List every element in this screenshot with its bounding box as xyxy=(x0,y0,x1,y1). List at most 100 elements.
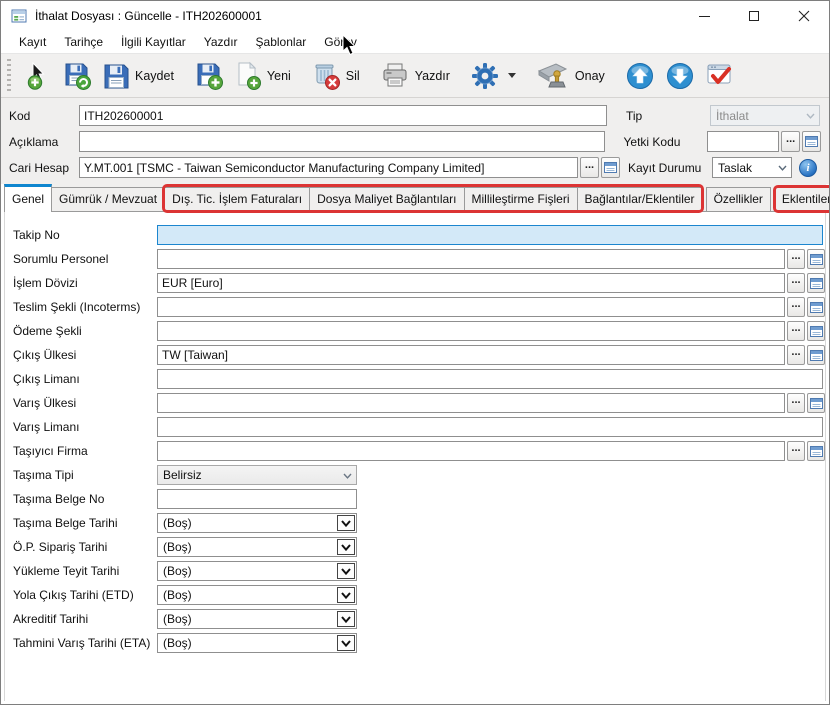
new-button[interactable]: Yeni xyxy=(229,58,296,94)
tab-ozellikler[interactable]: Özellikler xyxy=(706,187,771,212)
tab-millilestirme-fisleri[interactable]: Millileştirme Fişleri xyxy=(464,187,578,212)
tab-dosya-maliyet-baglantilari[interactable]: Dosya Maliyet Bağlantıları xyxy=(309,187,464,212)
tab-genel[interactable]: Genel xyxy=(4,184,52,212)
kayit-durumu-select[interactable]: Taslak xyxy=(712,157,792,178)
lookup-button[interactable]: ... xyxy=(787,441,805,461)
lookup-button[interactable]: ... xyxy=(787,321,805,341)
tab-eklentiler[interactable]: Eklentiler xyxy=(774,187,830,212)
add-record-button[interactable] xyxy=(21,58,57,94)
yukleme-teyit-tarihi-select[interactable]: (Boş) xyxy=(157,561,357,581)
status-info-icon[interactable]: i xyxy=(799,159,817,177)
yetki-kodu-input[interactable] xyxy=(707,131,779,152)
menu-yazdir[interactable]: Yazdır xyxy=(195,33,247,52)
save-new-button[interactable] xyxy=(189,58,229,94)
yola-cikis-tarihi-select[interactable]: (Boş) xyxy=(157,585,357,605)
close-icon xyxy=(798,10,810,22)
new-icon xyxy=(234,61,262,91)
tab-gumruk-mevzuat[interactable]: Gümrük / Mevzuat xyxy=(51,187,165,212)
tasima-tipi-select[interactable]: Belirsiz xyxy=(157,465,357,485)
teslim-sekli-input[interactable] xyxy=(157,297,785,317)
takip-no-input[interactable] xyxy=(157,225,823,245)
save-button[interactable]: Kaydet xyxy=(97,59,179,93)
form-window-icon xyxy=(11,8,27,24)
lookup-button[interactable]: ... xyxy=(787,393,805,413)
menu-kayit[interactable]: Kayıt xyxy=(10,33,55,52)
detail-button[interactable] xyxy=(807,297,825,317)
akreditif-tarihi-select[interactable]: (Boş) xyxy=(157,609,357,629)
chevron-down-icon[interactable] xyxy=(337,563,355,579)
ellipsis-icon: ... xyxy=(786,135,795,143)
detail-button[interactable] xyxy=(807,441,825,461)
chevron-down-icon[interactable] xyxy=(337,587,355,603)
card-window-icon xyxy=(810,278,823,289)
delete-button[interactable]: Sil xyxy=(306,58,365,94)
toolbar-grip[interactable] xyxy=(7,59,11,93)
tab-baglantilar-eklentiler[interactable]: Bağlantılar/Eklentiler xyxy=(577,187,703,212)
yetki-kodu-lookup-button[interactable]: ... xyxy=(781,131,800,152)
save-refresh-button[interactable] xyxy=(57,58,97,94)
toolbar: Kaydet Yeni xyxy=(1,53,829,98)
kod-input[interactable] xyxy=(79,105,607,126)
move-down-button[interactable] xyxy=(660,58,700,94)
lookup-button[interactable]: ... xyxy=(787,345,805,365)
field-label: Akreditif Tarihi xyxy=(13,612,157,626)
menu-gorev[interactable]: Görev xyxy=(315,33,366,52)
save-new-icon xyxy=(194,61,224,91)
detail-button[interactable] xyxy=(807,273,825,293)
detail-button[interactable] xyxy=(807,321,825,341)
minimize-button[interactable] xyxy=(679,1,729,31)
settings-button[interactable] xyxy=(465,58,521,94)
field-label: Yola Çıkış Tarihi (ETD) xyxy=(13,588,157,602)
chevron-down-icon[interactable] xyxy=(337,515,355,531)
sorumlu-personel-input[interactable] xyxy=(157,249,785,269)
chevron-down-icon[interactable] xyxy=(337,611,355,627)
field-label: Yükleme Teyit Tarihi xyxy=(13,564,157,578)
tab-dis-tic-islem-faturalari[interactable]: Dış. Tic. İşlem Faturaları xyxy=(164,187,310,212)
tasiyici-firma-input[interactable] xyxy=(157,441,785,461)
cari-hesap-lookup-button[interactable]: ... xyxy=(580,157,599,178)
card-window-icon xyxy=(805,136,818,147)
date-value: (Boş) xyxy=(163,516,192,530)
task-complete-button[interactable] xyxy=(700,59,740,93)
menu-tarihce[interactable]: Tarihçe xyxy=(55,33,112,52)
chevron-down-icon[interactable] xyxy=(337,635,355,651)
menu-sablonlar[interactable]: Şablonlar xyxy=(247,33,316,52)
move-up-button[interactable] xyxy=(620,58,660,94)
detail-button[interactable] xyxy=(807,345,825,365)
tasima-belge-tarihi-select[interactable]: (Boş) xyxy=(157,513,357,533)
odeme-sekli-input[interactable] xyxy=(157,321,785,341)
save-button-label: Kaydet xyxy=(135,69,174,83)
field-row: Ö.P. Sipariş Tarihi (Boş) xyxy=(5,535,825,559)
settings-dropdown-caret-icon[interactable] xyxy=(508,73,516,78)
close-button[interactable] xyxy=(779,1,829,31)
kod-label: Kod xyxy=(9,109,79,123)
varis-ulkesi-input[interactable] xyxy=(157,393,785,413)
cikis-limani-input[interactable] xyxy=(157,369,823,389)
islem-dovizi-input[interactable] xyxy=(157,273,785,293)
op-siparis-tarihi-select[interactable]: (Boş) xyxy=(157,537,357,557)
detail-button[interactable] xyxy=(807,393,825,413)
aciklama-input[interactable] xyxy=(79,131,605,152)
print-button[interactable]: Yazdır xyxy=(375,59,455,93)
lookup-button[interactable]: ... xyxy=(787,273,805,293)
varis-limani-input[interactable] xyxy=(157,417,823,437)
card-window-icon xyxy=(810,398,823,409)
lookup-button[interactable]: ... xyxy=(787,249,805,269)
cikis-ulkesi-input[interactable] xyxy=(157,345,785,365)
yetki-kodu-label: Yetki Kodu xyxy=(624,135,708,149)
chevron-down-icon[interactable] xyxy=(337,539,355,555)
tasima-belge-no-input[interactable] xyxy=(157,489,357,509)
lookup-button[interactable]: ... xyxy=(787,297,805,317)
approve-button[interactable]: Onay xyxy=(531,58,610,94)
menu-ilgili-kayitlar[interactable]: İlgili Kayıtlar xyxy=(112,33,195,52)
tasima-tipi-value: Belirsiz xyxy=(163,468,202,482)
cari-hesap-input[interactable] xyxy=(79,157,578,178)
ellipsis-icon: ... xyxy=(791,276,800,284)
maximize-button[interactable] xyxy=(729,1,779,31)
genel-tab-panel: Takip No Sorumlu Personel ... İşlem Dövi… xyxy=(4,211,826,701)
field-row: Yükleme Teyit Tarihi (Boş) xyxy=(5,559,825,583)
tahmini-varis-tarihi-select[interactable]: (Boş) xyxy=(157,633,357,653)
cari-hesap-detail-button[interactable] xyxy=(601,157,620,178)
yetki-kodu-detail-button[interactable] xyxy=(802,131,821,152)
detail-button[interactable] xyxy=(807,249,825,269)
